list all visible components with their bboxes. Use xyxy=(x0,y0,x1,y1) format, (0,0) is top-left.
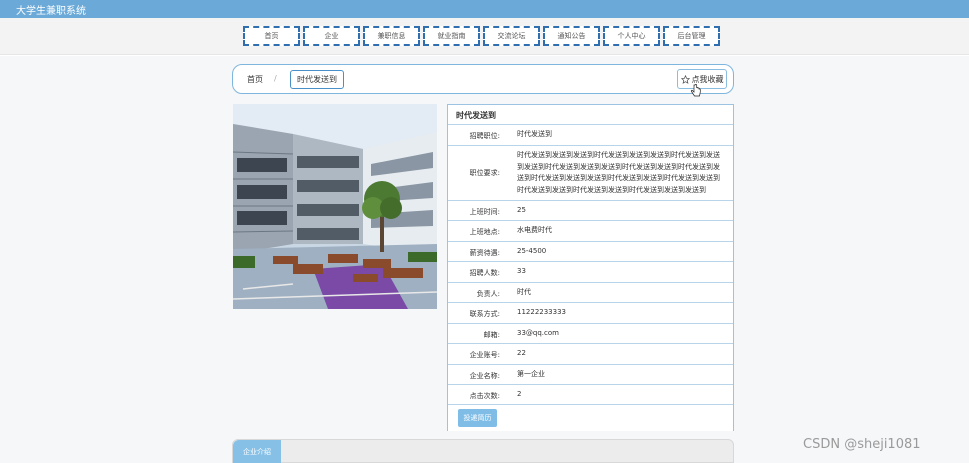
job-photo xyxy=(233,104,437,309)
favorite-button[interactable]: 点我收藏 xyxy=(677,69,727,89)
field-value: 11222233333 xyxy=(517,308,566,316)
nav-item-forum[interactable]: 交流论坛 xyxy=(483,26,540,46)
apply-resume-button[interactable]: 投递简历 xyxy=(458,409,497,427)
field-label: 职位要求: xyxy=(469,169,500,177)
field-label: 联系方式: xyxy=(469,310,500,318)
nav-item-home[interactable]: 首页 xyxy=(243,26,300,46)
detail-row-contact-person: 负责人: 时代 xyxy=(448,282,733,302)
detail-title: 时代发送到 xyxy=(456,111,496,120)
field-label: 招聘人数: xyxy=(469,269,500,277)
field-value: 2 xyxy=(517,390,522,398)
field-label: 上班地点: xyxy=(469,228,500,236)
field-value: 水电费时代 xyxy=(517,226,552,234)
nav-item-guide[interactable]: 就业指南 xyxy=(423,26,480,46)
field-label: 招聘职位: xyxy=(469,132,500,140)
main-nav: 首页 企业 兼职信息 就业指南 交流论坛 通知公告 个人中心 后台管理 xyxy=(243,26,723,46)
detail-row-company-name: 企业名称: 第一企业 xyxy=(448,364,733,384)
company-section: 企业介绍 xyxy=(232,439,734,463)
nav-item-admin[interactable]: 后台管理 xyxy=(663,26,720,46)
detail-row-requirements: 职位要求: 时代发送到发送到发送到时代发送到发送到发送到时代发送到发送到发送到时… xyxy=(448,145,733,200)
field-value: 33@qq.com xyxy=(517,329,559,337)
hand-cursor-icon xyxy=(691,84,701,97)
field-label: 上班时间: xyxy=(469,208,500,216)
field-value: 时代 xyxy=(517,288,531,296)
breadcrumb-home[interactable]: 首页 xyxy=(247,74,263,85)
nav-bar: 首页 企业 兼职信息 就业指南 交流论坛 通知公告 个人中心 后台管理 xyxy=(0,18,969,55)
detail-row-headcount: 招聘人数: 33 xyxy=(448,261,733,282)
detail-row-worktime: 上班时间: 25 xyxy=(448,200,733,220)
favorite-label: 点我收藏 xyxy=(691,74,724,84)
detail-row-position: 招聘职位: 时代发送到 xyxy=(448,124,733,145)
field-value: 33 xyxy=(517,267,526,275)
nav-item-parttime[interactable]: 兼职信息 xyxy=(363,26,420,46)
field-value: 时代发送到 xyxy=(517,130,552,138)
detail-row-location: 上班地点: 水电费时代 xyxy=(448,220,733,241)
tab-company-intro[interactable]: 企业介绍 xyxy=(233,440,281,463)
top-bar: 大学生兼职系统 xyxy=(0,0,969,18)
watermark: CSDN @sheji1081 xyxy=(803,437,921,452)
field-label: 薪资待遇: xyxy=(469,249,500,257)
detail-row-company-account: 企业账号: 22 xyxy=(448,343,733,364)
field-label: 邮箱: xyxy=(483,331,500,339)
field-value: 第一企业 xyxy=(517,370,545,378)
detail-footer: 投递简历 xyxy=(448,404,733,431)
nav-item-company[interactable]: 企业 xyxy=(303,26,360,46)
field-label: 企业账号: xyxy=(469,351,500,359)
detail-row-clicks: 点击次数: 2 xyxy=(448,384,733,404)
star-icon xyxy=(680,74,690,84)
field-label: 负责人: xyxy=(476,290,500,298)
field-label: 点击次数: xyxy=(469,392,500,400)
site-title: 大学生兼职系统 xyxy=(16,6,86,17)
breadcrumb-separator: / xyxy=(274,74,277,83)
field-value: 25 xyxy=(517,206,526,214)
job-detail-panel: 时代发送到 招聘职位: 时代发送到 职位要求: 时代发送到发送到发送到时代发送到… xyxy=(447,104,734,431)
detail-row-salary: 薪资待遇: 25-4500 xyxy=(448,241,733,261)
nav-item-profile[interactable]: 个人中心 xyxy=(603,26,660,46)
field-value: 22 xyxy=(517,349,526,357)
field-label: 企业名称: xyxy=(469,372,500,380)
breadcrumb-current: 时代发送到 xyxy=(290,70,344,89)
detail-row-phone: 联系方式: 11222233333 xyxy=(448,302,733,323)
breadcrumb: 首页 / 时代发送到 xyxy=(232,64,734,94)
detail-row-email: 邮箱: 33@qq.com xyxy=(448,323,733,343)
field-value: 时代发送到发送到发送到时代发送到发送到发送到时代发送到发送到发送到时代发送到发送… xyxy=(517,151,720,194)
nav-item-notice[interactable]: 通知公告 xyxy=(543,26,600,46)
field-value: 25-4500 xyxy=(517,247,547,255)
